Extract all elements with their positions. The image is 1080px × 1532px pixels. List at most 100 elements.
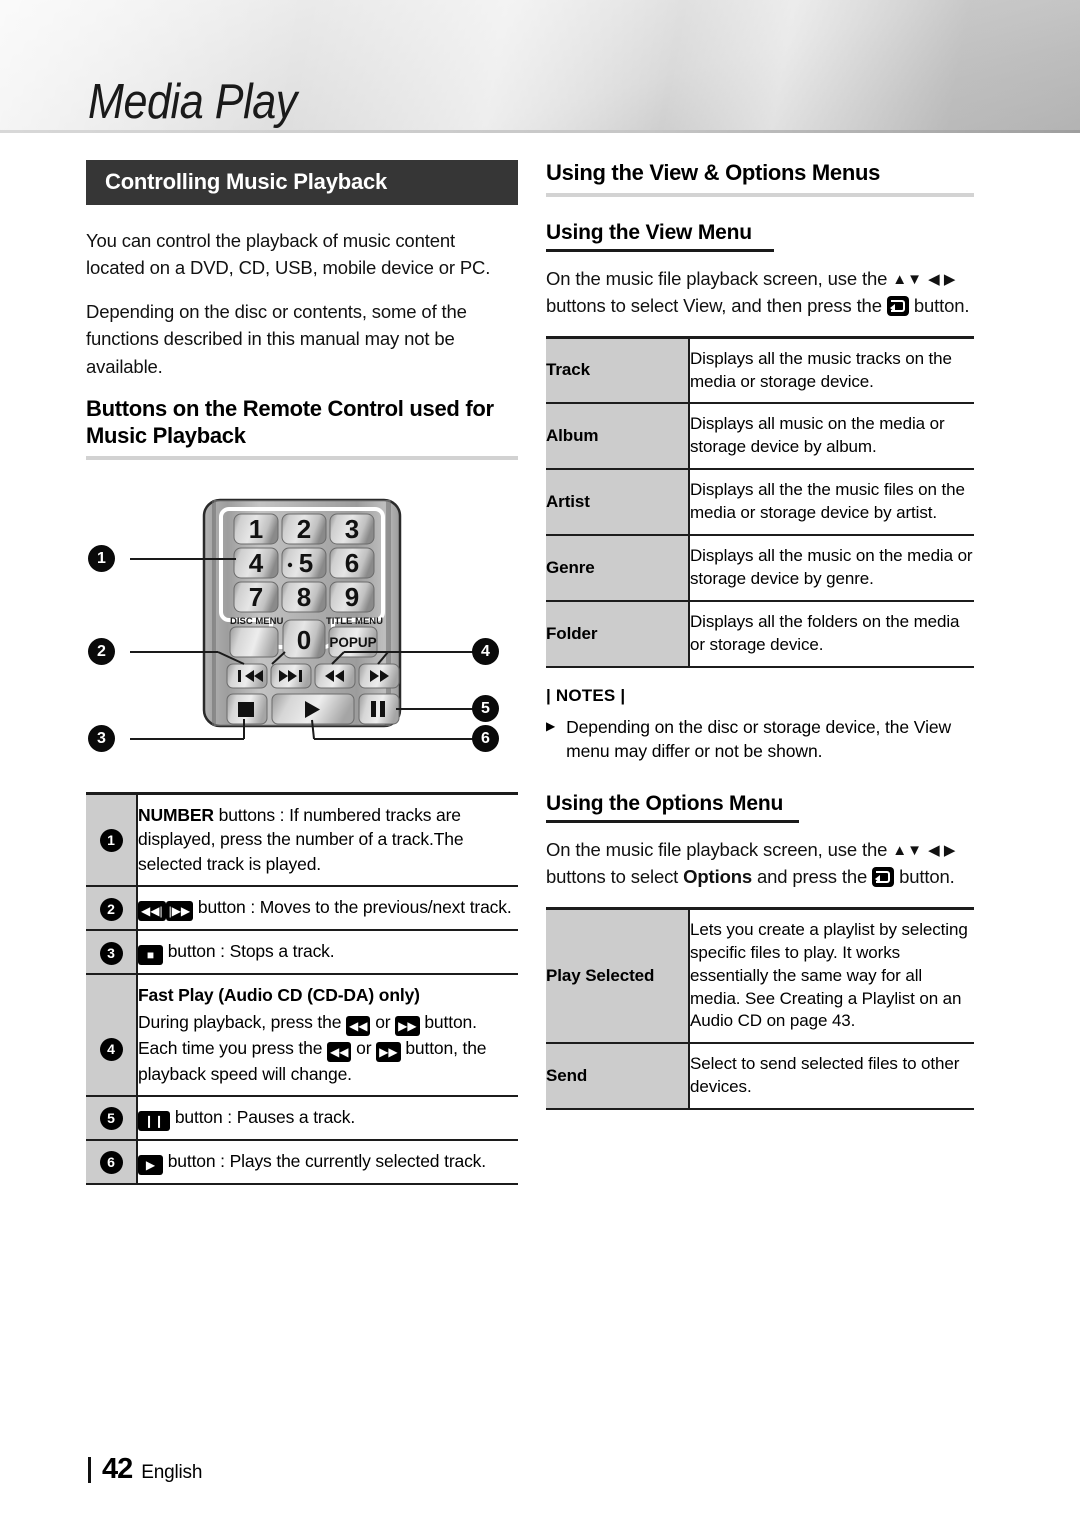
row-number-3: 3 bbox=[86, 930, 138, 976]
view-options-rule bbox=[546, 192, 974, 197]
dpad-arrows-icon: ▲▼ ◀ ▶ bbox=[892, 270, 956, 288]
prev-next-desc: button : Moves to the previous/next trac… bbox=[193, 897, 512, 918]
view-row-track: Track Displays all the music tracks on t… bbox=[546, 335, 974, 405]
options-menu-rule bbox=[546, 819, 799, 823]
triangle-bullet-icon: ▶ bbox=[546, 718, 556, 733]
options-menu-table: Play Selected Lets you create a playlist… bbox=[546, 906, 974, 1111]
number-buttons-label: NUMBER bbox=[138, 804, 214, 825]
row-number-1: 1 bbox=[86, 791, 138, 888]
options-menu-intro: On the music file playback screen, use t… bbox=[546, 836, 974, 891]
view-menu-rule bbox=[546, 248, 774, 252]
options-val-play-selected: Lets you create a playlist by selecting … bbox=[689, 906, 974, 1045]
view-val-genre: Displays all the music on the media or s… bbox=[689, 535, 974, 603]
callout-5: 5 bbox=[472, 694, 499, 722]
view-row-genre: Genre Displays all the music on the medi… bbox=[546, 535, 974, 603]
row-number-2: 2 bbox=[86, 886, 138, 932]
view-intro-b: buttons to select View, and then press t… bbox=[546, 295, 887, 317]
view-val-folder: Displays all the folders on the media or… bbox=[689, 601, 974, 668]
table-row-3: 3 ■ button : Stops a track. bbox=[86, 930, 518, 976]
options-key-play-selected: Play Selected bbox=[546, 906, 690, 1045]
row-desc-1: NUMBER buttons : If numbered tracks are … bbox=[137, 791, 518, 888]
svg-text:5: 5 bbox=[299, 548, 313, 578]
play-desc: button : Plays the currently selected tr… bbox=[163, 1150, 486, 1171]
table-row-2: 2 ◀◀| |▶▶ button : Moves to the previous/… bbox=[86, 886, 518, 932]
fast-play-line-1-a: During playback, press the bbox=[138, 1011, 347, 1032]
view-menu-heading: Using the View Menu bbox=[546, 220, 752, 244]
fast-play-line-2-b: or bbox=[351, 1037, 377, 1058]
view-key-genre: Genre bbox=[546, 535, 690, 603]
prev-track-icon: ◀◀| bbox=[138, 901, 166, 922]
left-column: Controlling Music Playback You can contr… bbox=[86, 160, 518, 1185]
table-row-5: 5 ❙❙ button : Pauses a track. bbox=[86, 1095, 518, 1141]
right-column: Using the View & Options Menus Using the… bbox=[546, 160, 974, 1111]
play-icon: ▶ bbox=[138, 1154, 163, 1175]
view-options-heading: Using the View & Options Menus bbox=[546, 160, 881, 185]
row-desc-5: ❙❙ button : Pauses a track. bbox=[137, 1095, 518, 1141]
options-intro-a: On the music file playback screen, use t… bbox=[546, 838, 893, 860]
playback-keys bbox=[226, 693, 400, 725]
view-val-artist: Displays all the the music files on the … bbox=[689, 469, 974, 537]
svg-text:1: 1 bbox=[249, 514, 263, 544]
table-row-fastplay-title: Fast Play (Audio CD (CD-DA) only) bbox=[86, 974, 518, 1010]
view-key-track: Track bbox=[546, 335, 690, 405]
footer-rule bbox=[88, 1456, 91, 1483]
fast-play-line-1-b: or bbox=[370, 1011, 396, 1032]
row-number-5: 5 bbox=[86, 1095, 138, 1141]
options-row-send: Send Select to send selected files to ot… bbox=[546, 1043, 974, 1111]
remote-buttons-heading: Buttons on the Remote Control used for M… bbox=[86, 395, 494, 448]
pause-icon: ❙❙ bbox=[138, 1110, 171, 1131]
fast-forward-icon-2: ▶▶ bbox=[376, 1041, 401, 1062]
svg-text:POPUP: POPUP bbox=[329, 635, 376, 650]
svg-text:DISC MENU: DISC MENU bbox=[230, 616, 283, 627]
view-intro-c: button. bbox=[908, 295, 970, 317]
view-key-folder: Folder bbox=[546, 601, 690, 668]
options-intro-c: and press the bbox=[752, 866, 873, 888]
row-desc-3: ■ button : Stops a track. bbox=[137, 930, 518, 976]
callout-3: 3 bbox=[88, 724, 115, 752]
note-item: ▶ Depending on the disc or storage devic… bbox=[546, 715, 974, 764]
next-track-icon: |▶▶ bbox=[165, 901, 194, 922]
svg-text:0: 0 bbox=[297, 625, 311, 655]
row-number-4: 4 bbox=[86, 1009, 138, 1097]
enter-button-icon bbox=[886, 296, 909, 317]
view-row-folder: Folder Displays all the folders on the m… bbox=[546, 601, 974, 668]
view-menu-intro: On the music file playback screen, use t… bbox=[546, 265, 974, 320]
view-row-album: Album Displays all music on the media or… bbox=[546, 403, 974, 471]
callout-2: 2 bbox=[88, 637, 115, 665]
options-bold-word: Options bbox=[683, 866, 753, 888]
table-row-4: 4 During playback, press the ◀◀ or ▶▶ bu… bbox=[86, 1009, 518, 1097]
rewind-icon-2: ◀◀ bbox=[327, 1041, 352, 1062]
svg-text:4: 4 bbox=[249, 548, 264, 578]
intro-paragraph-1: You can control the playback of music co… bbox=[86, 230, 491, 279]
page-header-banner: Media Play bbox=[0, 0, 1080, 133]
page-language: English bbox=[141, 1462, 203, 1483]
options-val-send: Select to send selected files to other d… bbox=[689, 1043, 974, 1111]
table-row-6: 6 ▶ button : Plays the currently selecte… bbox=[86, 1139, 518, 1185]
options-menu-heading: Using the Options Menu bbox=[546, 791, 784, 815]
options-row-play-selected: Play Selected Lets you create a playlist… bbox=[546, 906, 974, 1045]
heading-rule bbox=[86, 455, 518, 460]
number-keys: 1 2 3 4 5 6 7 8 9 bbox=[233, 513, 375, 613]
stop-icon: ■ bbox=[138, 945, 163, 966]
svg-text:8: 8 bbox=[297, 582, 311, 612]
svg-text:6: 6 bbox=[345, 548, 359, 578]
row-desc-2: ◀◀| |▶▶ button : Moves to the previous/ne… bbox=[137, 886, 518, 932]
section-title-bar: Controlling Music Playback bbox=[86, 160, 518, 205]
enter-button-icon-2 bbox=[872, 867, 895, 888]
callout-1: 1 bbox=[88, 544, 115, 572]
view-key-artist: Artist bbox=[546, 469, 690, 537]
notes-label: | NOTES | bbox=[546, 685, 626, 705]
remote-buttons-table: 1 NUMBER buttons : If numbered tracks ar… bbox=[86, 791, 518, 1185]
rewind-icon: ◀◀ bbox=[346, 1015, 371, 1036]
svg-text:7: 7 bbox=[249, 582, 263, 612]
page-footer: 42 English bbox=[88, 1453, 202, 1486]
svg-text:9: 9 bbox=[345, 582, 359, 612]
note-text: Depending on the disc or storage device,… bbox=[566, 716, 952, 762]
view-row-artist: Artist Displays all the the music files … bbox=[546, 469, 974, 537]
row-desc-6: ▶ button : Plays the currently selected … bbox=[137, 1139, 518, 1185]
view-intro-a: On the music file playback screen, use t… bbox=[546, 267, 893, 289]
dpad-arrows-icon-2: ▲▼ ◀ ▶ bbox=[892, 841, 956, 859]
options-intro-b: buttons to select bbox=[546, 866, 684, 888]
row-number-blank bbox=[86, 974, 138, 1010]
callout-4: 4 bbox=[472, 637, 499, 665]
